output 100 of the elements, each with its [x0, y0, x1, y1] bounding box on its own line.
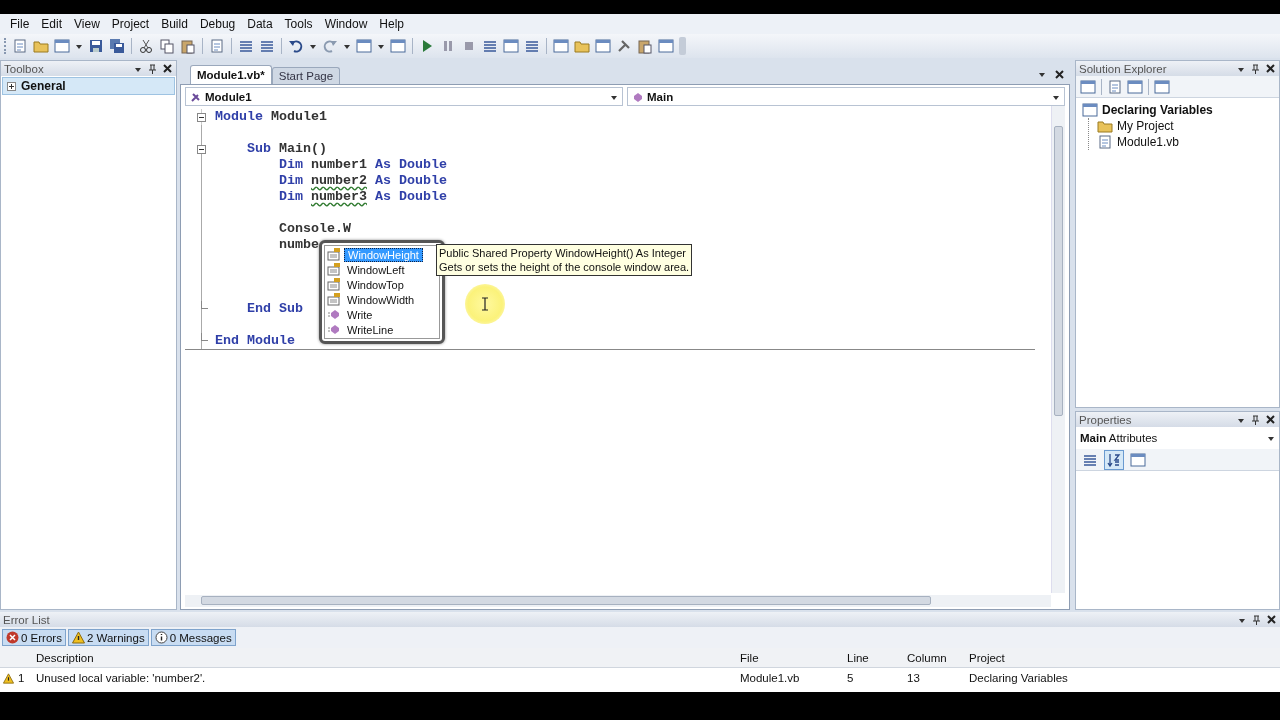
dropdown-icon[interactable]	[75, 42, 83, 50]
pin-icon[interactable]	[148, 63, 157, 74]
code-line: Module Module1	[215, 109, 327, 125]
property-icon	[327, 248, 341, 261]
save-all-icon[interactable]	[109, 38, 125, 54]
menu-item[interactable]: View	[68, 17, 106, 31]
panel-title: Solution Explorer	[1079, 62, 1167, 75]
error-icon	[6, 631, 19, 644]
dropdown-field[interactable]: Main	[627, 87, 1065, 106]
method-icon	[632, 90, 644, 103]
vertical-scrollbar[interactable]	[1051, 106, 1065, 593]
property-icon	[327, 278, 341, 291]
redo-icon[interactable]	[322, 38, 338, 54]
tree-item[interactable]: Declaring Variables	[1082, 102, 1273, 118]
close-icon[interactable]	[163, 64, 172, 73]
filter-button[interactable]: 0 Errors	[2, 629, 66, 646]
toolbox-group[interactable]: General	[2, 77, 175, 95]
pin-icon[interactable]	[1251, 63, 1260, 74]
menu-item[interactable]: Data	[241, 17, 279, 31]
code-line: Dim number1 As Double	[278, 157, 447, 173]
copy-icon[interactable]	[159, 38, 175, 54]
menu-item[interactable]: Project	[105, 17, 156, 31]
menu-item[interactable]: Tools	[278, 17, 319, 31]
dropdown-field[interactable]: Module1	[185, 87, 623, 106]
expand-icon[interactable]	[7, 81, 16, 91]
code-line: Sub Main()	[246, 141, 327, 157]
table-cell-text: Unused local variable: 'number2'.	[35, 672, 207, 684]
open-folder-icon[interactable]	[33, 38, 49, 54]
tooltip-description: Gets or sets the height of the console window area.	[439, 260, 690, 274]
horizontal-scrollbar[interactable]	[185, 595, 1051, 607]
object-selector[interactable]: Main Attributes	[1076, 427, 1279, 449]
close-icon[interactable]	[1266, 64, 1275, 73]
close-icon[interactable]	[1266, 415, 1275, 424]
table-cell-text: 13	[906, 672, 921, 684]
property-pages-icon	[1130, 451, 1146, 468]
completion-item[interactable]: WindowLeft	[326, 262, 438, 277]
panel-title: Properties	[1079, 413, 1132, 426]
file-icon	[1097, 134, 1113, 150]
column-header[interactable]: Project	[965, 651, 1070, 664]
collapse-icon[interactable]	[197, 112, 206, 122]
table-cell-text: Declaring Variables	[968, 672, 1069, 684]
column-header[interactable]: Description	[32, 651, 736, 664]
text-cursor-icon	[481, 297, 489, 311]
document-tab[interactable]: Start Page	[271, 67, 341, 84]
module-icon	[190, 90, 202, 103]
completion-item[interactable]: WindowWidth	[326, 292, 438, 307]
dropdown-icon[interactable]	[343, 42, 351, 50]
cut-icon[interactable]	[138, 38, 154, 54]
menu-item[interactable]: Build	[155, 17, 194, 31]
dropdown-icon[interactable]	[377, 42, 385, 50]
tools-icon[interactable]	[616, 38, 632, 54]
column-header[interactable]: Column	[903, 651, 965, 664]
table-cell: 1	[18, 672, 25, 684]
tree-item[interactable]: Module1.vb	[1097, 134, 1273, 150]
code-line: numbe	[278, 237, 319, 253]
scrollbar-thumb[interactable]	[201, 596, 931, 605]
pin-icon[interactable]	[1251, 414, 1260, 425]
column-header[interactable]: Line	[843, 651, 903, 664]
table-cell-text: 5	[846, 672, 855, 684]
filter-button[interactable]: 0 Messages	[150, 629, 236, 646]
menu-item[interactable]: File	[4, 17, 36, 31]
info-icon	[154, 631, 168, 644]
tooltip-signature: Public Shared Property WindowHeight() As Integer	[439, 246, 687, 260]
completion-item[interactable]: Write	[326, 307, 438, 322]
property-icon	[327, 293, 341, 306]
panel-title: Toolbox	[4, 62, 44, 75]
dropdown-icon[interactable]	[309, 42, 317, 50]
panel-title: Error List	[3, 613, 50, 626]
table-cell-text: Module1.vb	[739, 672, 801, 684]
completion-item[interactable]: WriteLine	[326, 322, 438, 337]
completion-item[interactable]: WindowTop	[326, 277, 438, 292]
property-icon	[327, 263, 341, 276]
close-icon[interactable]	[1267, 615, 1276, 624]
menu-item[interactable]: Help	[373, 17, 410, 31]
sort-button[interactable]	[1104, 449, 1124, 470]
method-icon	[327, 308, 341, 321]
warning-icon	[71, 631, 85, 644]
menu-item[interactable]: Window	[318, 17, 374, 31]
window-icon[interactable]	[390, 38, 406, 54]
menu-item[interactable]: Edit	[35, 17, 69, 31]
undo-icon[interactable]	[288, 38, 304, 54]
menu-item[interactable]: Debug	[193, 17, 242, 31]
dropdown-icon[interactable]	[1038, 70, 1046, 78]
code-line: Dim number3 As Double	[278, 189, 447, 205]
sort-icon	[1106, 451, 1122, 468]
scrollbar-thumb[interactable]	[1054, 126, 1063, 416]
toolbar-grip[interactable]	[4, 38, 7, 54]
code-line: End Sub	[246, 301, 303, 317]
method-icon	[327, 323, 341, 336]
code-line: Dim number2 As Double	[278, 173, 447, 189]
collapse-icon[interactable]	[197, 144, 206, 154]
paste-icon[interactable]	[180, 38, 196, 54]
close-icon[interactable]	[1055, 69, 1064, 79]
dropdown-icon[interactable]	[1267, 434, 1275, 442]
save-icon[interactable]	[88, 38, 104, 54]
tree-item[interactable]: My Project	[1097, 118, 1273, 134]
pin-icon[interactable]	[1252, 614, 1261, 625]
column-header[interactable]: File	[736, 651, 843, 664]
document-tab[interactable]: Module1.vb*	[190, 65, 272, 84]
filter-button[interactable]: 2 Warnings	[67, 629, 149, 646]
